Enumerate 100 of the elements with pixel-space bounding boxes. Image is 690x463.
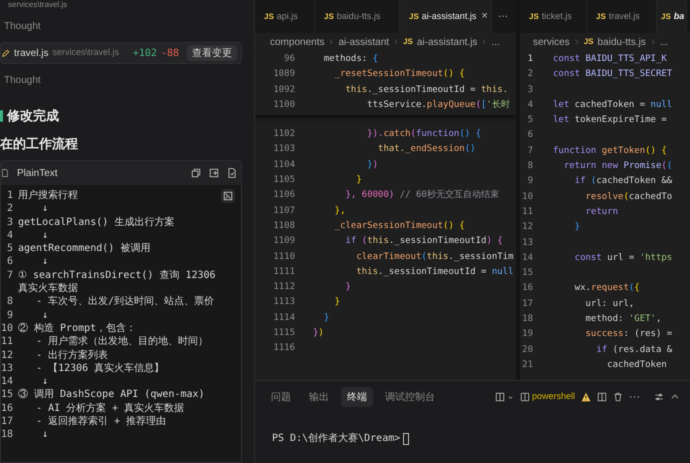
- editor-tab[interactable]: JS api.js: [255, 0, 315, 33]
- line-number: 12: [1, 348, 14, 362]
- shell-name[interactable]: powershell: [532, 390, 575, 404]
- code-line: if (cachedToken &&: [574, 175, 672, 188]
- line-number: 13: [1, 362, 14, 376]
- line-number: 1108: [272, 220, 296, 233]
- panel-tab[interactable]: 输出: [303, 387, 335, 407]
- line-number: 15: [521, 267, 534, 280]
- line-number: 7: [6, 268, 14, 283]
- thought-label[interactable]: Thought: [0, 73, 45, 88]
- file-type-label: JS: [596, 10, 606, 22]
- split-icon[interactable]: [597, 392, 607, 402]
- file-type-label: JS: [403, 36, 413, 48]
- line-number: 4: [6, 228, 14, 242]
- code-line: method: 'GET',: [584, 313, 662, 326]
- code-line: const BAIDU_TTS_API_K: [553, 53, 667, 66]
- pencil-icon[interactable]: [1, 48, 10, 58]
- line-number: 16: [521, 282, 534, 296]
- line-number: 8: [6, 295, 14, 309]
- code-line: this._sessionTimeoutId = this.: [344, 84, 508, 97]
- line-number: 7: [526, 144, 534, 158]
- line-number: 21: [521, 358, 534, 372]
- panel-tab[interactable]: 调试控制台: [379, 387, 441, 407]
- breadcrumb-item[interactable]: ai-assistant: [338, 34, 390, 50]
- layout-icon[interactable]: [494, 392, 505, 402]
- line-number: 6: [6, 255, 14, 269]
- code-line: const BAIDU_TTS_SECRET: [553, 68, 672, 82]
- code-line: methods: {: [322, 53, 378, 66]
- code-line: _resetSessionTimeout() {: [334, 68, 465, 82]
- chevron-right-icon: [650, 39, 656, 45]
- chevron-right-icon: [574, 39, 580, 45]
- code-line: }: [355, 174, 362, 188]
- editor-tab[interactable]: JS ai-assistant.js ×: [400, 0, 492, 33]
- insert-icon[interactable]: [209, 168, 219, 178]
- code-line: }: [344, 281, 351, 294]
- code-line: }).catch(function() {: [366, 128, 482, 142]
- trash-icon[interactable]: [613, 392, 623, 402]
- line-number: 15: [1, 388, 14, 402]
- more-actions-icon[interactable]: ···: [629, 388, 640, 406]
- line-number: 1104: [272, 158, 296, 172]
- code-line: let cachedToken = null: [553, 98, 672, 112]
- file-type-label: JS: [661, 10, 671, 22]
- chevron-right-icon: [328, 39, 334, 45]
- code-line: ↓: [41, 308, 50, 322]
- line-number: 13: [521, 236, 534, 250]
- line-number: 1106: [272, 189, 296, 202]
- editor-tab[interactable]: JS ticket.js: [520, 0, 587, 33]
- line-number: 1114: [272, 312, 296, 325]
- code-line: ① searchTrainsDirect() 查询 12306 真实火车数据: [17, 268, 217, 296]
- warning-icon[interactable]: [581, 392, 591, 402]
- file-path: services\travel.js: [52, 46, 119, 60]
- panel-tab[interactable]: 终端: [341, 387, 373, 407]
- file-icon[interactable]: [1, 168, 9, 178]
- code-line: - 用户需求（出发地、目的地、时间）: [35, 335, 210, 349]
- breadcrumb-item[interactable]: components: [270, 34, 324, 50]
- section-heading: 修改完成: [7, 107, 59, 125]
- file-name[interactable]: travel.js: [14, 46, 48, 60]
- code-line: - 返回推荐索引 + 推荐理由: [35, 415, 168, 428]
- breadcrumb-item[interactable]: baidu-tts.js: [597, 34, 646, 50]
- line-number: 18: [521, 313, 534, 326]
- file-type-label: JS: [584, 36, 594, 48]
- code-line: ↓: [41, 202, 50, 216]
- breadcrumb-item[interactable]: ...: [660, 34, 668, 50]
- line-number: 20: [521, 344, 534, 357]
- apply-file-icon[interactable]: [227, 168, 237, 178]
- line-number: 1116: [272, 342, 296, 356]
- file-type-label: JS: [264, 10, 274, 22]
- lines-removed: -88: [160, 46, 179, 60]
- line-number: 1105: [272, 174, 296, 188]
- chevron-right-icon: [481, 39, 488, 45]
- line-number: 17: [521, 298, 534, 311]
- line-number: 4: [526, 98, 534, 112]
- view-changes-button[interactable]: 查看变更: [187, 45, 237, 61]
- breadcrumb-item[interactable]: ai-assistant.js: [416, 34, 478, 50]
- caret-icon[interactable]: [506, 394, 514, 400]
- panel-tab[interactable]: 问题: [265, 387, 297, 407]
- editor-tab[interactable]: JS ba: [657, 0, 687, 33]
- line-number: 1: [6, 189, 14, 202]
- more-actions-icon[interactable]: ···: [492, 0, 514, 33]
- code-line: return: [584, 206, 618, 219]
- line-number: 3: [6, 216, 14, 229]
- code-line: }: [574, 221, 580, 234]
- thought-label[interactable]: Thought: [0, 19, 45, 34]
- copy-icon[interactable]: [191, 168, 201, 178]
- code-line: if (this._sessionTimeoutId) {: [344, 235, 503, 248]
- line-number: 8: [526, 160, 534, 174]
- line-number: 5: [526, 114, 534, 128]
- code-line: getLocalPlans() 生成出行方案: [17, 216, 176, 229]
- code-line: url: url,: [584, 298, 634, 311]
- settings-icon[interactable]: [654, 392, 664, 402]
- breadcrumb-item[interactable]: services: [533, 34, 570, 50]
- breadcrumb-item[interactable]: ...: [491, 34, 500, 50]
- file-type-label: JS: [409, 10, 419, 22]
- code-line: const url = 'https: [574, 252, 672, 265]
- close-tab-icon[interactable]: ×: [481, 8, 488, 25]
- code-line: clearTimeout(this._sessionTim: [355, 250, 514, 264]
- line-number: 1113: [272, 296, 296, 310]
- code-line: this._sessionTimeoutId = null: [355, 266, 514, 279]
- line-number: 1103: [272, 143, 296, 156]
- terminal-split-icon[interactable]: [520, 392, 530, 402]
